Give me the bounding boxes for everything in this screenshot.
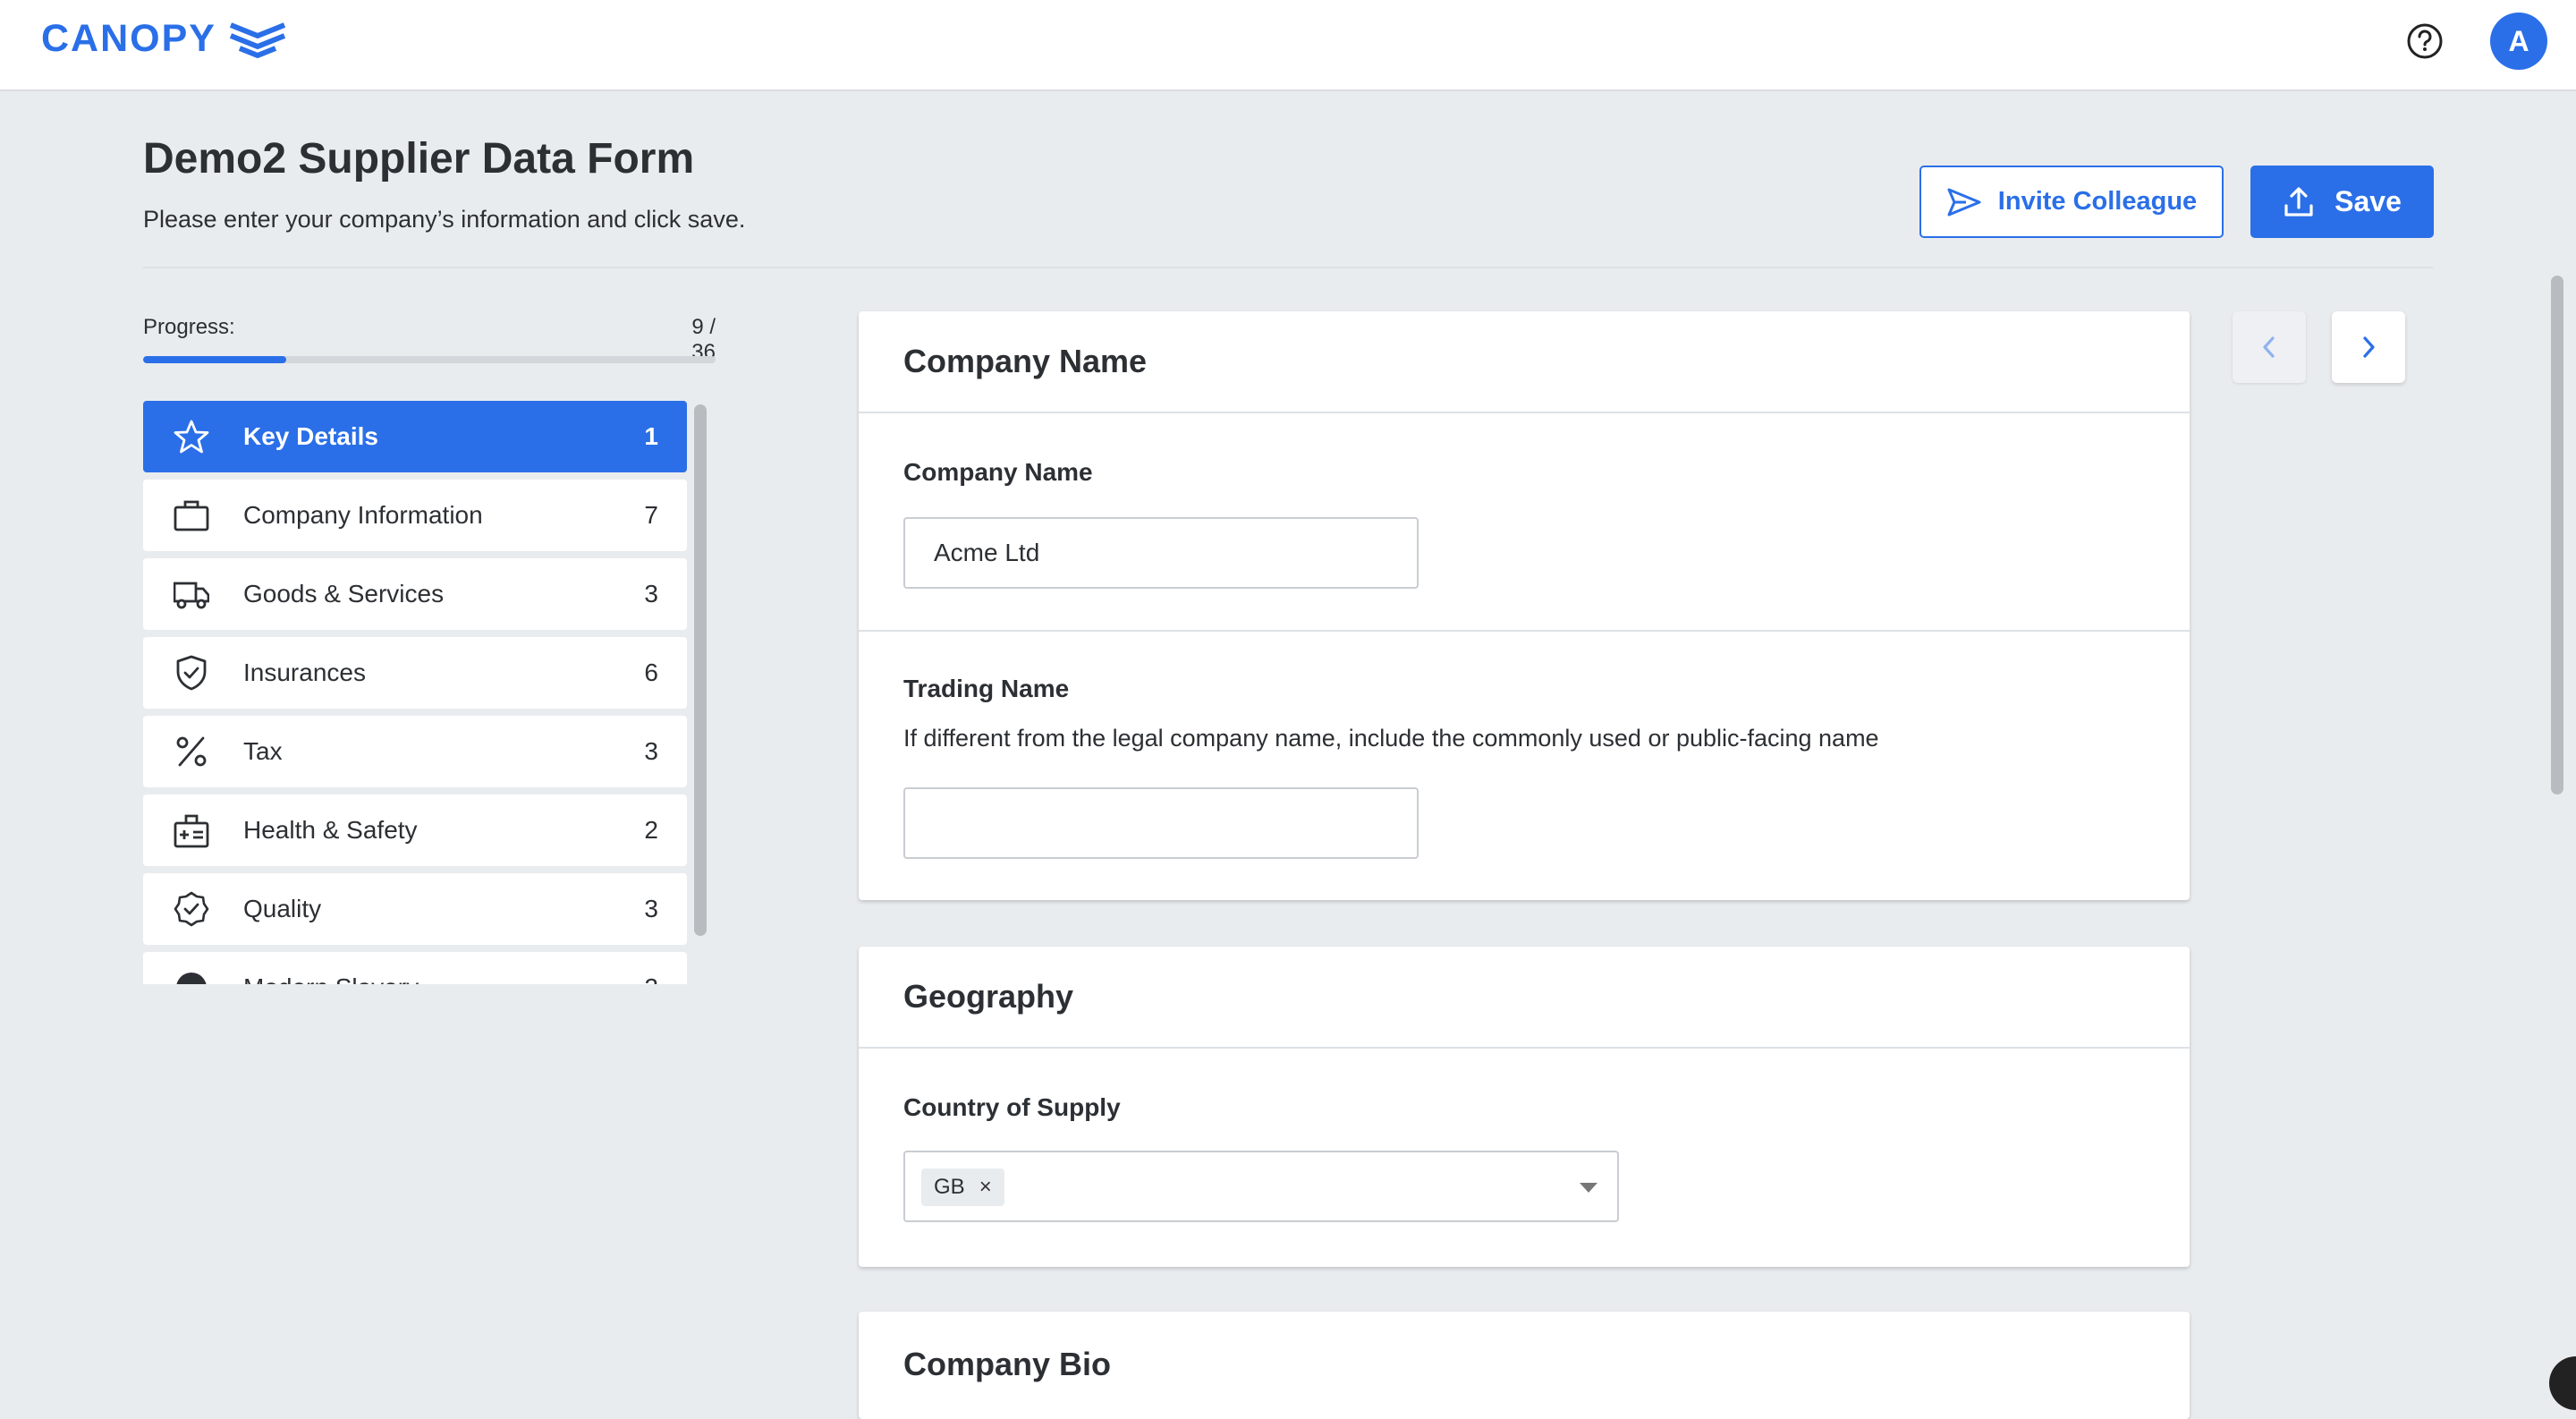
selected-country-chip: GB × <box>921 1168 1004 1206</box>
trading-name-help-text: If different from the legal company name… <box>903 725 1879 752</box>
save-button[interactable]: Save <box>2250 166 2434 238</box>
sidebar-item-count: 3 <box>644 737 658 765</box>
company-name-input[interactable]: Acme Ltd <box>903 517 1419 589</box>
card-title: Geography <box>903 978 1074 1015</box>
field-divider <box>859 630 2190 632</box>
card-title: Company Name <box>903 343 1148 379</box>
sidebar-item-count: 1 <box>644 422 658 450</box>
trading-name-label: Trading Name <box>903 675 1070 702</box>
sidebar-item-label: Quality <box>243 895 322 922</box>
invite-colleague-button[interactable]: Invite Colleague <box>1919 166 2224 238</box>
sidebar-item-label: Health & Safety <box>243 816 418 844</box>
sidebar-item-count: 2 <box>644 816 658 844</box>
award-icon <box>174 891 209 927</box>
briefcase-icon <box>174 500 209 531</box>
progress-bar <box>143 356 716 363</box>
sidebar-item-count: 6 <box>644 659 658 686</box>
sidebar-item-quality[interactable]: Quality 3 <box>143 873 687 945</box>
globe-icon <box>176 973 207 984</box>
progress-bar-fill <box>143 356 286 363</box>
sidebar-item-health-safety[interactable]: Health & Safety 2 <box>143 794 687 866</box>
sidebar-item-label: Company Information <box>243 501 483 529</box>
company-name-card: Company Name Company Name Acme Ltd Tradi… <box>859 311 2190 900</box>
send-icon <box>1947 188 1981 216</box>
sidebar-item-company-information[interactable]: Company Information 7 <box>143 480 687 551</box>
user-avatar[interactable]: A <box>2490 13 2547 70</box>
sidebar-item-count: 3 <box>644 895 658 922</box>
canopy-logo[interactable]: CANOPY <box>41 14 288 63</box>
sidebar-item-label: Key Details <box>243 422 378 450</box>
chevron-left-icon <box>2263 336 2275 358</box>
section-nav-scrollbar[interactable] <box>694 404 707 936</box>
sidebar-item-count: 3 <box>644 580 658 608</box>
previous-section-button[interactable] <box>2233 311 2306 383</box>
save-label: Save <box>2334 185 2402 217</box>
chat-widget-button[interactable] <box>2549 1356 2576 1410</box>
card-header: Company Bio <box>859 1312 2190 1383</box>
sidebar-item-tax[interactable]: Tax 3 <box>143 716 687 787</box>
sidebar-item-count: 2 <box>644 973 658 984</box>
trading-name-input[interactable] <box>903 787 1419 859</box>
company-name-value: Acme Ltd <box>934 539 1040 566</box>
percent-icon <box>176 736 207 767</box>
sidebar-item-label: Insurances <box>243 659 366 686</box>
page-title: Demo2 Supplier Data Form <box>143 135 695 183</box>
page-subtitle: Please enter your company’s information … <box>143 206 746 233</box>
sidebar-item-key-details[interactable]: Key Details 1 <box>143 401 687 472</box>
sidebar-item-goods-services[interactable]: Goods & Services 3 <box>143 558 687 630</box>
question-circle-icon[interactable] <box>2405 21 2445 61</box>
country-of-supply-label: Country of Supply <box>903 1093 1121 1121</box>
sidebar-item-count: 7 <box>644 501 658 529</box>
card-header: Company Name <box>859 311 2190 413</box>
company-name-label: Company Name <box>903 458 1093 486</box>
next-section-button[interactable] <box>2332 311 2405 383</box>
sidebar-item-label: Goods & Services <box>243 580 445 608</box>
star-icon <box>174 420 209 454</box>
card-title: Company Bio <box>903 1346 1112 1382</box>
invite-colleague-label: Invite Colleague <box>1997 187 2198 216</box>
sidebar-item-insurances[interactable]: Insurances 6 <box>143 637 687 709</box>
company-bio-card: Company Bio <box>859 1312 2190 1419</box>
geography-card: Geography Country of Supply GB × <box>859 947 2190 1267</box>
country-of-supply-select[interactable]: GB × <box>903 1151 1619 1222</box>
page-scrollbar[interactable] <box>2551 276 2563 794</box>
truck-icon <box>174 582 209 609</box>
header-divider <box>143 267 2433 268</box>
chip-label: GB <box>934 1175 965 1199</box>
sidebar-item-modern-slavery[interactable]: Modern Slavery 2 <box>143 952 687 984</box>
medical-kit-icon <box>174 814 209 848</box>
canopy-logo-mark-icon <box>229 22 286 58</box>
upload-icon <box>2284 186 2313 217</box>
sidebar-item-label: Tax <box>243 737 283 765</box>
shield-check-icon <box>176 655 207 691</box>
card-header: Geography <box>859 947 2190 1049</box>
top-navigation-bar: CANOPY A <box>0 0 2576 91</box>
logo-text: CANOPY <box>41 16 216 60</box>
chevron-down-icon[interactable] <box>1580 1183 1597 1193</box>
chevron-right-icon <box>2363 336 2375 358</box>
progress-label: Progress: <box>143 315 235 339</box>
sidebar-item-label: Modern Slavery <box>243 973 419 984</box>
chip-remove-icon[interactable]: × <box>979 1175 992 1200</box>
section-nav: Key Details 1 Company Information 7 Good… <box>143 401 687 984</box>
